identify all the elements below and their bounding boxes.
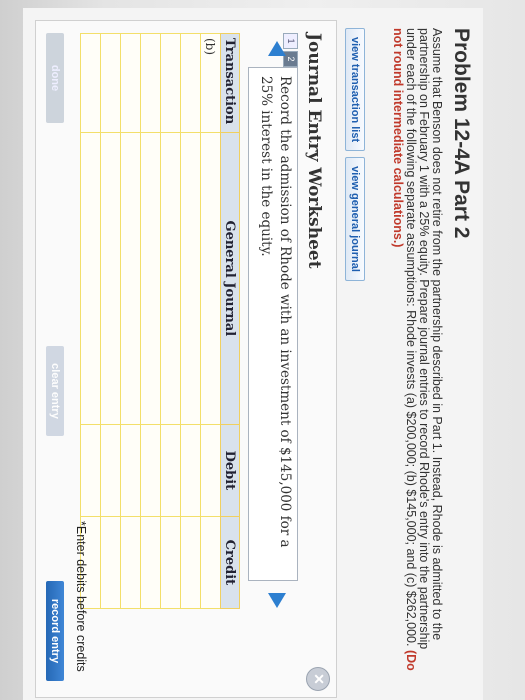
done-button[interactable]: done bbox=[46, 33, 64, 123]
credit-input[interactable] bbox=[180, 516, 201, 609]
debits-before-credits-note: *Enter debits before credits bbox=[74, 521, 88, 672]
account-input[interactable] bbox=[120, 132, 141, 425]
worksheet-actions: done clear entry record entry bbox=[44, 21, 64, 697]
worksheet-title: Journal Entry Worksheet bbox=[304, 33, 324, 269]
debit-input[interactable] bbox=[160, 424, 181, 517]
header-transaction: Transaction bbox=[220, 33, 240, 133]
journal-header-row: Transaction General Journal Debit Credit bbox=[220, 33, 240, 609]
next-arrow-icon[interactable] bbox=[268, 593, 286, 608]
clear-entry-button[interactable]: clear entry bbox=[46, 346, 64, 436]
transaction-cell: (b) bbox=[200, 33, 221, 133]
credit-input[interactable] bbox=[200, 516, 221, 609]
header-general-journal: General Journal bbox=[220, 132, 240, 425]
transaction-cell bbox=[80, 33, 101, 133]
debit-input[interactable] bbox=[180, 424, 201, 517]
table-row bbox=[120, 33, 141, 609]
header-credit: Credit bbox=[220, 516, 240, 609]
account-input[interactable] bbox=[140, 132, 161, 425]
instruction-text: Record the admission of Rhode with an in… bbox=[248, 67, 298, 581]
problem-body: Assume that Benson does not retire from … bbox=[404, 28, 444, 650]
account-input[interactable] bbox=[180, 132, 201, 425]
account-input[interactable] bbox=[160, 132, 181, 425]
view-tabs: view transaction list view general journ… bbox=[345, 28, 365, 281]
table-row bbox=[160, 33, 181, 609]
view-transaction-list-button[interactable]: view transaction list bbox=[345, 28, 365, 152]
debit-input[interactable] bbox=[200, 424, 221, 517]
journal-table: Transaction General Journal Debit Credit… bbox=[80, 33, 240, 609]
account-input[interactable] bbox=[100, 132, 121, 425]
problem-title: Problem 12-4A Part 2 bbox=[450, 28, 473, 239]
screen: Problem 12-4A Part 2 Assume that Benson … bbox=[0, 0, 525, 700]
credit-input[interactable] bbox=[140, 516, 161, 609]
problem-description: Assume that Benson does not retire from … bbox=[391, 28, 444, 683]
view-general-journal-button[interactable]: view general journal bbox=[345, 157, 365, 281]
table-row bbox=[100, 33, 121, 609]
transaction-cell bbox=[160, 33, 181, 133]
problem-page: Problem 12-4A Part 2 Assume that Benson … bbox=[23, 8, 483, 700]
journal-entry-worksheet: ✕ Journal Entry Worksheet 1 2 3 Record t… bbox=[35, 20, 337, 698]
previous-arrow-icon[interactable] bbox=[268, 41, 286, 56]
transaction-cell bbox=[100, 33, 121, 133]
header-debit: Debit bbox=[220, 424, 240, 517]
transaction-cell bbox=[120, 33, 141, 133]
account-input[interactable] bbox=[200, 132, 221, 425]
transaction-cell bbox=[180, 33, 201, 133]
credit-input[interactable] bbox=[100, 516, 121, 609]
debit-input[interactable] bbox=[120, 424, 141, 517]
debit-input[interactable] bbox=[100, 424, 121, 517]
credit-input[interactable] bbox=[160, 516, 181, 609]
transaction-cell bbox=[140, 33, 161, 133]
account-input[interactable] bbox=[80, 132, 101, 425]
debit-input[interactable] bbox=[80, 424, 101, 517]
debit-input[interactable] bbox=[140, 424, 161, 517]
record-entry-button[interactable]: record entry bbox=[46, 581, 64, 681]
table-row bbox=[140, 33, 161, 609]
close-icon[interactable]: ✕ bbox=[306, 667, 330, 691]
credit-input[interactable] bbox=[120, 516, 141, 609]
table-row bbox=[180, 33, 201, 609]
table-row: (b) bbox=[200, 33, 221, 609]
